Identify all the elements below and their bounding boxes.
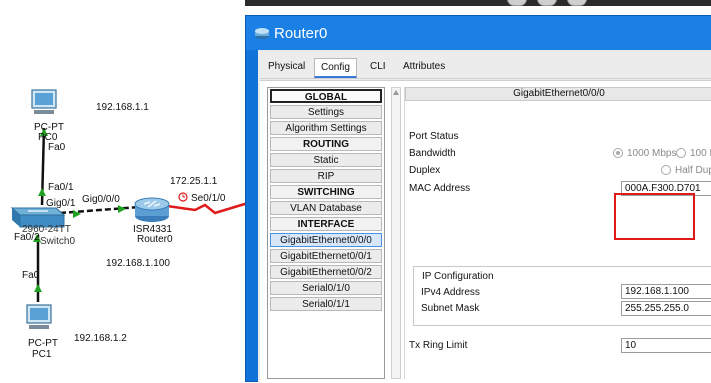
nav-item-rip[interactable]: RIP bbox=[270, 169, 382, 183]
mac-address-label: MAC Address bbox=[409, 183, 471, 194]
pc1-name-label: PC1 bbox=[32, 349, 52, 360]
pc0-ip-label: 192.168.1.1 bbox=[96, 102, 149, 113]
router-serial-ip-label: 172.25.1.1 bbox=[170, 176, 218, 187]
window-title: Router0 bbox=[274, 25, 328, 42]
nav-scrollbar[interactable] bbox=[391, 87, 401, 379]
duplex-label: Duplex bbox=[409, 165, 441, 176]
nav-item-gig001[interactable]: GigabitEthernet0/0/1 bbox=[270, 249, 382, 263]
tx-ring-limit-field[interactable]: 10 bbox=[621, 338, 711, 353]
link-serial bbox=[159, 201, 249, 215]
router-port-serial-label: Se0/1/0 bbox=[191, 193, 226, 204]
scroll-up-icon[interactable] bbox=[393, 90, 399, 95]
toolbar-button[interactable] bbox=[507, 0, 527, 6]
tab-config[interactable]: Config bbox=[314, 58, 357, 78]
pc-icon bbox=[31, 89, 57, 114]
tab-cli[interactable]: CLI bbox=[364, 58, 392, 75]
highlight-annotation bbox=[614, 193, 695, 240]
port-status-label: Port Status bbox=[409, 131, 459, 142]
pc1-port-label: Fa0 bbox=[22, 270, 40, 281]
bandwidth-1000-radio[interactable] bbox=[613, 148, 623, 158]
router-window-icon bbox=[255, 28, 269, 39]
ipv4-address-label: IPv4 Address bbox=[421, 287, 480, 298]
switch-model-label: 2960-24TT bbox=[22, 224, 71, 235]
bandwidth-100-label: 100 M bbox=[690, 148, 711, 159]
bandwidth-label: Bandwidth bbox=[409, 148, 456, 159]
ip-configuration-title: IP Configuration bbox=[422, 271, 494, 282]
duplex-half-radio[interactable] bbox=[661, 165, 671, 175]
duplex-half-label: Half Duple bbox=[675, 165, 711, 176]
router-gig-ip-label: 192.168.1.100 bbox=[106, 258, 170, 269]
router-name-label: Router0 bbox=[137, 234, 173, 245]
switch-port-fa01-label: Fa0/1 bbox=[48, 182, 74, 193]
toolbar-button[interactable] bbox=[567, 0, 587, 6]
router-icon bbox=[134, 197, 170, 222]
tab-physical[interactable]: Physical bbox=[262, 58, 311, 75]
router-port-gig-label: Gig0/0/0 bbox=[82, 194, 120, 205]
tab-strip-divider bbox=[260, 78, 711, 79]
host-toolbar bbox=[245, 0, 711, 6]
switch-name-label: Switch0 bbox=[40, 236, 76, 247]
status-up-icon bbox=[34, 284, 42, 292]
pc-icon bbox=[26, 304, 52, 329]
status-up-icon bbox=[38, 188, 46, 196]
nav-header-interface[interactable]: INTERFACE bbox=[270, 217, 382, 231]
tab-attributes[interactable]: Attributes bbox=[397, 58, 451, 75]
topology-links bbox=[10, 89, 249, 329]
nav-item-settings[interactable]: Settings bbox=[270, 105, 382, 119]
nav-item-gig000[interactable]: GigabitEthernet0/0/0 bbox=[270, 233, 382, 247]
nav-item-vlan-database[interactable]: VLAN Database bbox=[270, 201, 382, 215]
window-title-bar[interactable]: Router0 bbox=[246, 16, 711, 50]
tx-ring-limit-label: Tx Ring Limit bbox=[409, 340, 468, 351]
config-nav-list: GLOBAL Settings Algorithm Settings ROUTI… bbox=[267, 87, 385, 379]
nav-item-serial011[interactable]: Serial0/1/1 bbox=[270, 297, 382, 311]
toolbar-button[interactable] bbox=[537, 0, 557, 6]
pc1-type-label: PC-PT bbox=[28, 338, 58, 349]
nav-item-gig002[interactable]: GigabitEthernet0/0/2 bbox=[270, 265, 382, 279]
nav-item-algorithm[interactable]: Algorithm Settings bbox=[270, 121, 382, 135]
switch-port-gig01-label: Gig0/1 bbox=[46, 198, 76, 209]
subnet-mask-field[interactable]: 255.255.255.0 bbox=[621, 301, 711, 316]
nav-item-static[interactable]: Static bbox=[270, 153, 382, 167]
nav-item-serial010[interactable]: Serial0/1/0 bbox=[270, 281, 382, 295]
nav-header-switching[interactable]: SWITCHING bbox=[270, 185, 382, 199]
subnet-mask-label: Subnet Mask bbox=[421, 303, 480, 314]
bandwidth-1000-label: 1000 Mbps bbox=[627, 148, 677, 159]
status-up-icon bbox=[118, 205, 126, 213]
nav-header-routing[interactable]: ROUTING bbox=[270, 137, 382, 151]
bandwidth-100-radio[interactable] bbox=[676, 148, 686, 158]
nav-header-global[interactable]: GLOBAL bbox=[270, 89, 382, 103]
pc1-ip-label: 192.168.1.2 bbox=[74, 333, 127, 344]
pc0-port-label: Fa0 bbox=[48, 142, 66, 153]
interface-header: GigabitEthernet0/0/0 bbox=[405, 87, 711, 101]
ipv4-address-field[interactable]: 192.168.1.100 bbox=[621, 284, 711, 299]
